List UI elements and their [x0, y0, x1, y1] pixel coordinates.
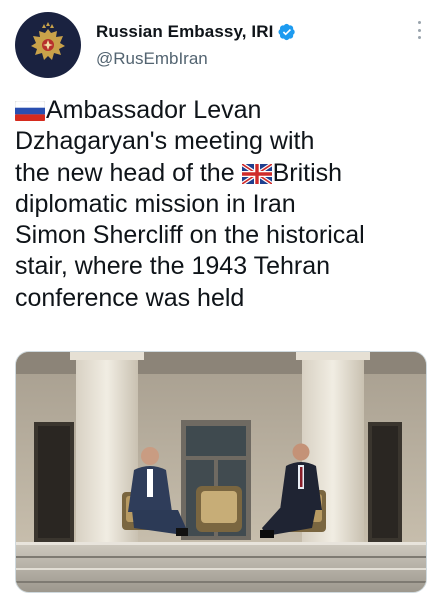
tweet-photo[interactable]	[15, 351, 427, 593]
tweet-text-line: Ambassador Levan	[15, 95, 430, 126]
more-vertical-icon	[417, 36, 421, 39]
verified-badge-icon	[278, 23, 296, 41]
account-name-row[interactable]: Russian Embassy, IRI	[96, 21, 296, 43]
account-handle[interactable]: @RusEmbIran	[96, 49, 208, 69]
russia-flag-icon	[15, 101, 45, 121]
photo-content	[16, 352, 426, 592]
tweet-text-line: conference was held	[15, 283, 245, 312]
tweet-text: Ambassador Levan Dzhagaryan's meeting wi…	[15, 95, 430, 314]
more-options-button[interactable]	[412, 18, 426, 42]
display-name[interactable]: Russian Embassy, IRI	[96, 22, 273, 42]
tweet-text-segment: the new head of the	[15, 158, 242, 187]
tweet-text-line: Simon Shercliff on the historical	[15, 221, 365, 250]
tweet-text-line: stair, where the 1943 Tehran	[15, 252, 331, 281]
tweet-text-line: Dzhagaryan's meeting with	[15, 127, 315, 156]
tweet-card: Russian Embassy, IRI @RusEmbIran Ambassa…	[0, 0, 442, 600]
russian-coat-of-arms-icon	[31, 22, 65, 60]
tweet-text-segment: British	[272, 158, 343, 187]
tweet-text-line: diplomatic mission in Iran	[15, 189, 296, 218]
tweet-text-segment: Ambassador Levan	[46, 96, 262, 124]
more-vertical-icon	[417, 28, 421, 32]
more-vertical-icon	[417, 21, 421, 24]
avatar[interactable]	[15, 12, 81, 78]
uk-flag-icon	[241, 163, 272, 184]
tweet-text-line: the new head of the British	[15, 158, 430, 189]
